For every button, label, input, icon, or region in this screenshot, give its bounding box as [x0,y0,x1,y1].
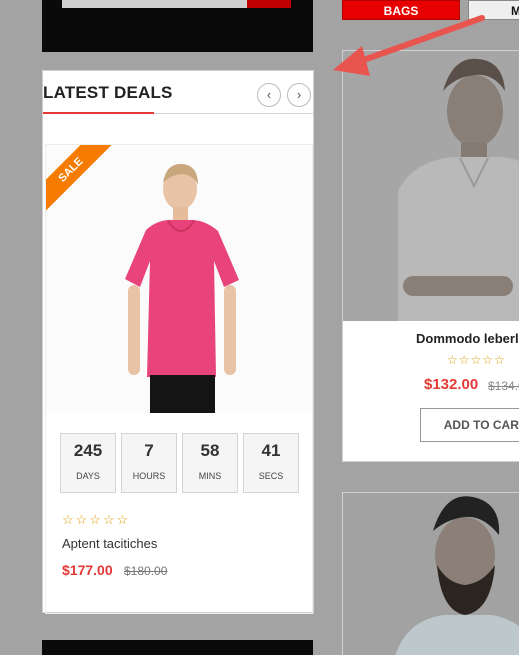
countdown-value: 245 [73,441,103,460]
countdown-value: 7 [144,441,154,460]
countdown-label: DAYS [76,471,100,481]
deal-product-card[interactable]: SALE 245 DAYS 7 HOURS 58 MINS 41 SECS ☆☆… [45,144,313,614]
rating-stars: ☆☆☆☆☆ [62,512,131,527]
banner-input-strip [62,0,247,8]
product-image[interactable] [343,51,519,321]
countdown-label: HOURS [132,471,166,481]
countdown-value: 58 [200,441,220,460]
countdown-mins: 58 MINS [182,433,238,493]
woman-pink-shirt-image [46,145,312,413]
countdown-label: SECS [258,471,284,481]
next-arrow-button[interactable]: › [287,83,311,107]
right-product-card-2[interactable] [342,492,519,655]
product-image[interactable]: SALE [46,145,312,413]
countdown-secs: 41 SECS [243,433,299,493]
product-price: $177.00 [62,562,113,578]
countdown-hours: 7 HOURS [121,433,177,493]
product-image[interactable] [343,493,519,655]
right-product-card[interactable]: Dommodo leberl ☆☆☆☆☆ $132.00 $134.0 ADD … [342,50,519,462]
prev-arrow-button[interactable]: ‹ [257,83,281,107]
category-tab-partial[interactable]: M [468,0,519,20]
product-name-link[interactable]: Aptent tacitiches [62,536,157,551]
countdown-timer: 245 DAYS 7 HOURS 58 MINS 41 SECS [60,433,299,493]
bearded-man-image [343,493,519,655]
deals-header: LATEST DEALS ‹ › [43,71,313,114]
countdown-days: 245 DAYS [60,433,116,493]
banner-button-strip[interactable] [247,0,291,8]
title-underline [43,112,154,114]
bottom-banner [42,640,313,655]
man-gray-shirt-image [343,51,519,321]
product-name-link[interactable]: Dommodo leberl [416,331,519,346]
rating-stars: ☆☆☆☆☆ [447,353,506,367]
product-old-price: $134.0 [488,379,519,393]
latest-deals-widget: LATEST DEALS ‹ › SALE 245 DAYS 7 HOURS 5… [42,70,314,614]
countdown-value: 41 [261,441,281,460]
category-tab-bags[interactable]: BAGS [342,0,460,20]
product-price: $132.00 [424,376,479,393]
product-old-price: $180.00 [124,564,168,578]
countdown-label: MINS [198,471,222,481]
deals-title: LATEST DEALS [43,83,173,102]
add-to-cart-button[interactable]: ADD TO CART [420,408,519,442]
top-banner [42,0,313,52]
